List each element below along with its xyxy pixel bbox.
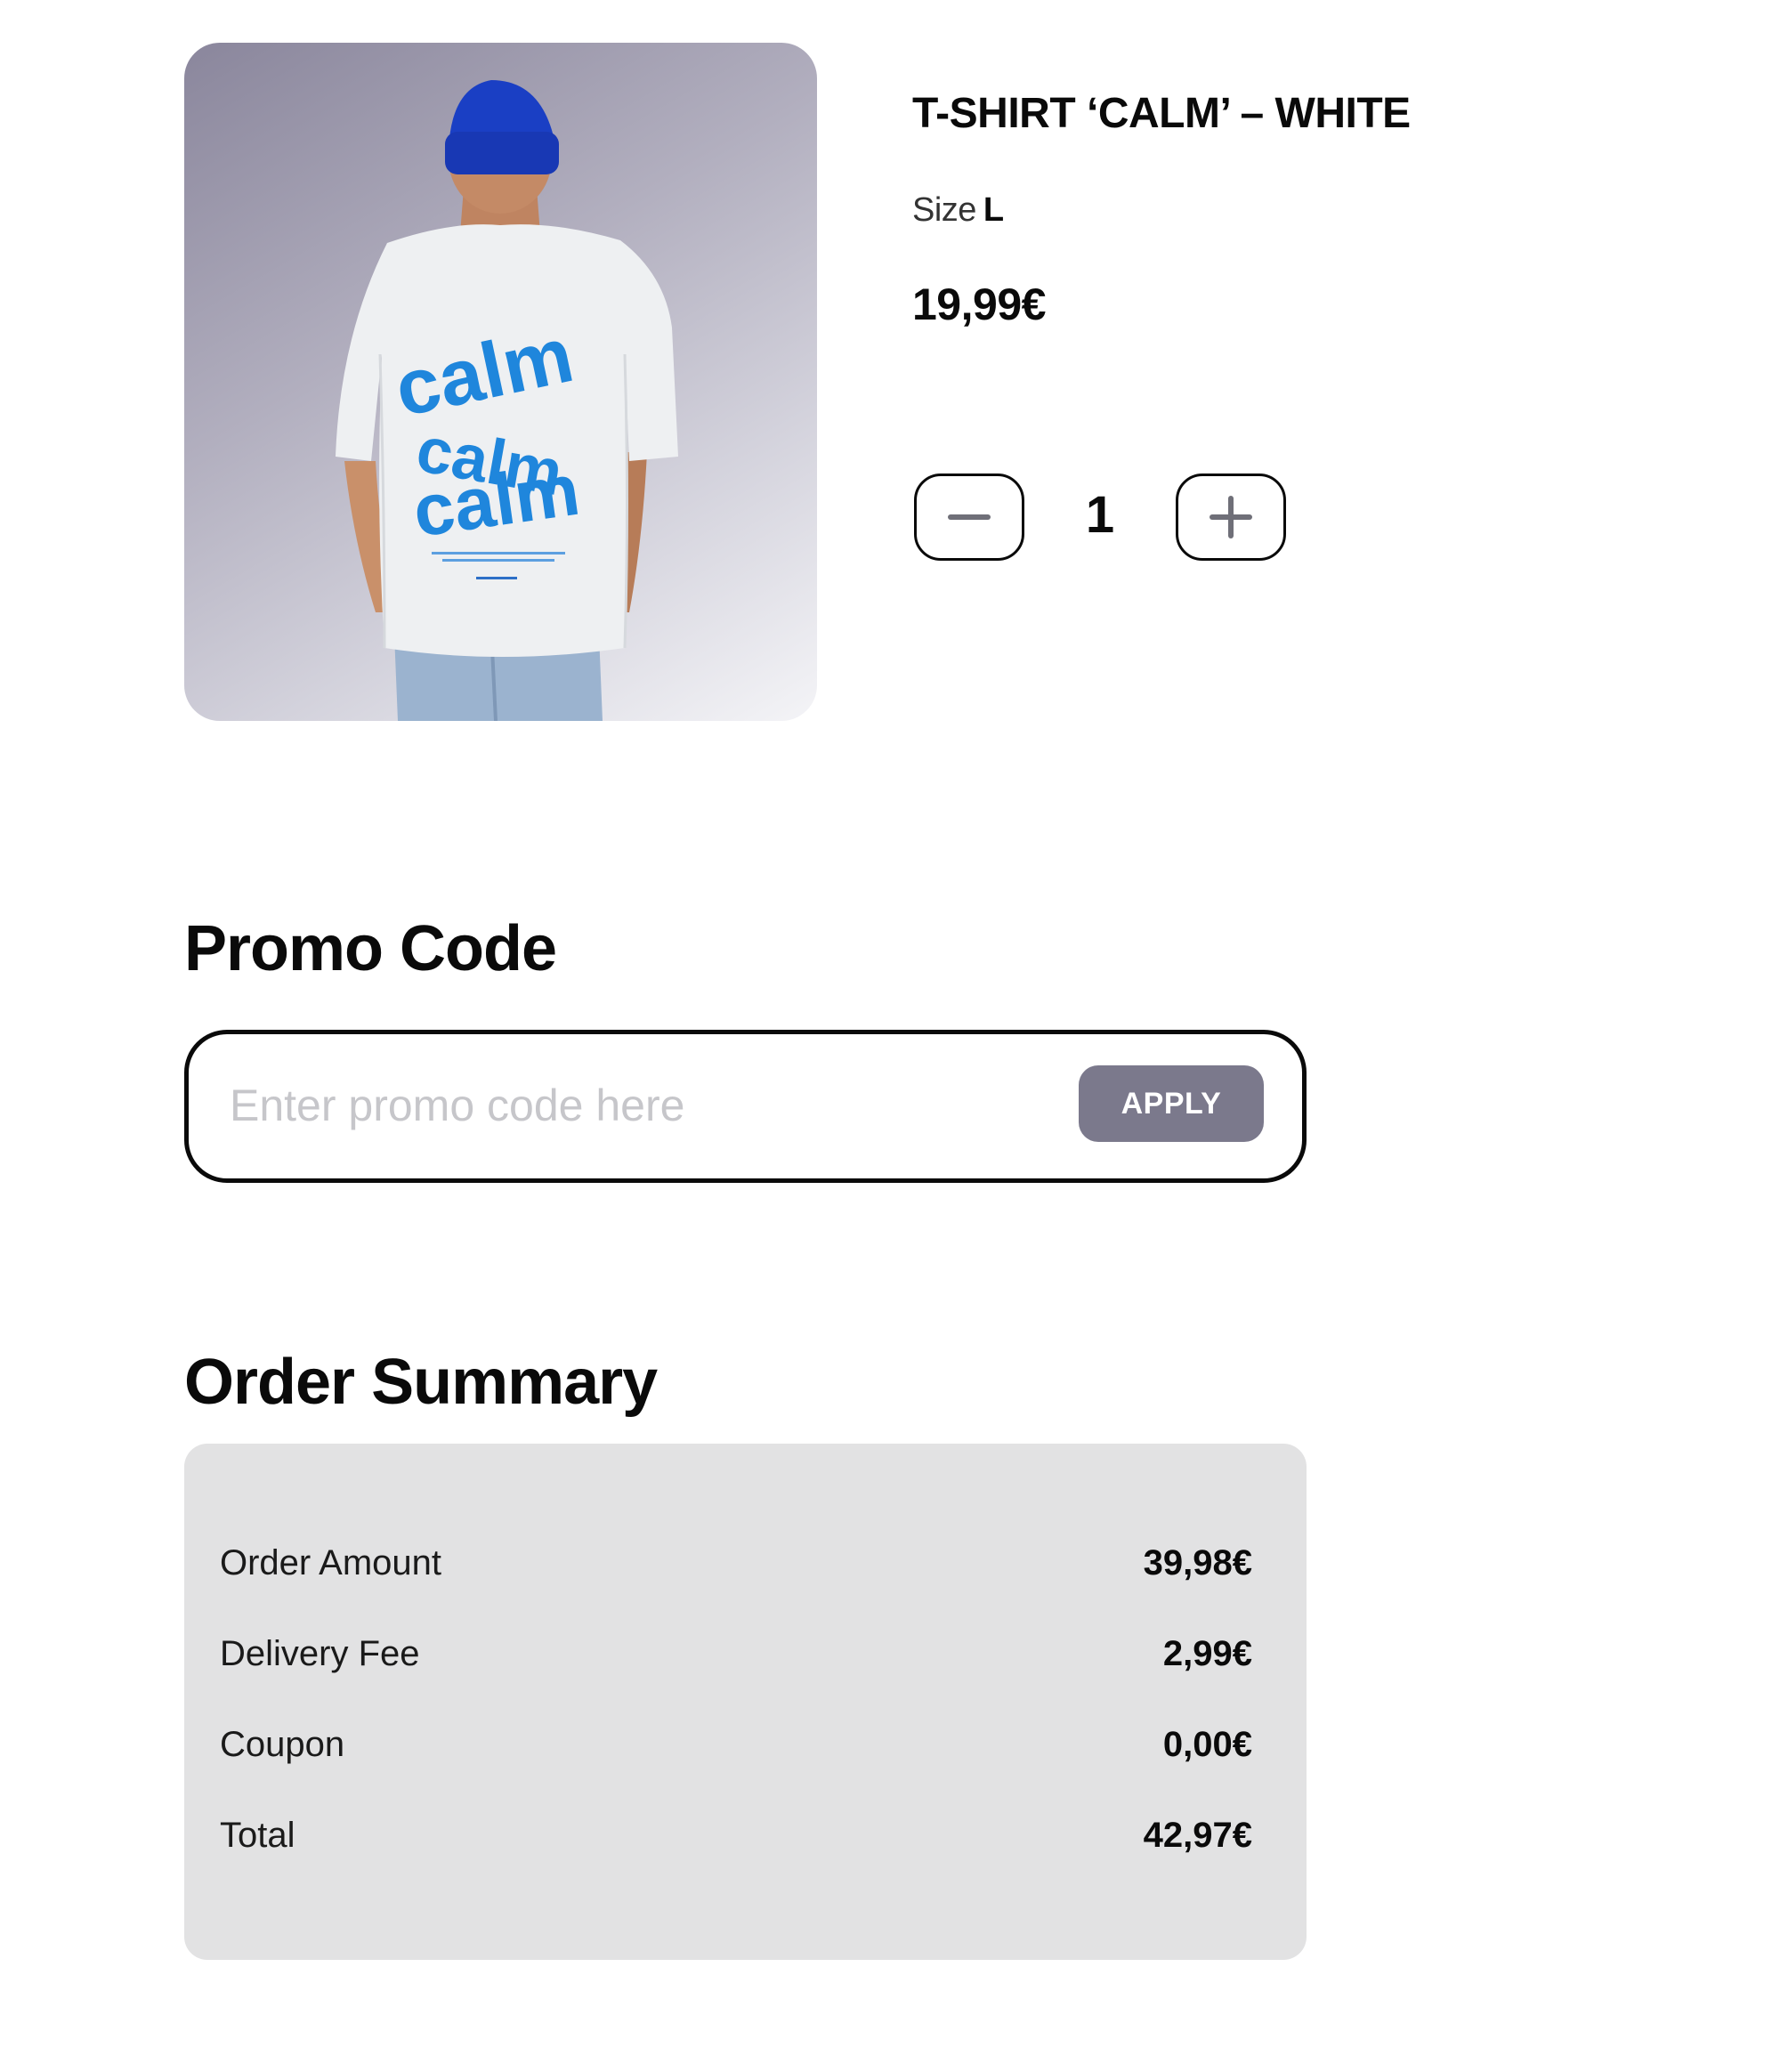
size-label: Size [912,191,976,229]
quantity-value: 1 [1085,486,1115,544]
apply-promo-button[interactable]: APPLY [1079,1065,1264,1142]
summary-label: Delivery Fee [220,1634,420,1673]
summary-row-coupon: Coupon 0,00€ [220,1725,1252,1778]
product-image: calm calm calm [184,43,817,721]
plus-icon [1210,496,1252,538]
summary-row-delivery-fee: Delivery Fee 2,99€ [220,1634,1252,1688]
promo-code-box: APPLY [184,1030,1307,1183]
promo-code-input[interactable] [230,1070,1031,1141]
order-summary-heading: Order Summary [184,1347,658,1418]
summary-value: 0,00€ [1162,1725,1252,1764]
summary-label: Coupon [220,1725,345,1764]
order-summary-card: Order Amount 39,98€ Delivery Fee 2,99€ C… [184,1444,1307,1960]
summary-row-order-amount: Order Amount 39,98€ [220,1543,1252,1597]
increase-quantity-button[interactable] [1176,473,1286,561]
decrease-quantity-button[interactable] [914,473,1024,561]
product-size: Size L [912,191,1004,230]
summary-label: Order Amount [220,1543,442,1582]
summary-value: 42,97€ [1143,1816,1252,1855]
summary-label: Total [220,1816,295,1855]
product-title: T-SHIRT ‘CALM’ – WHITE [912,90,1411,137]
summary-value: 2,99€ [1162,1634,1252,1673]
size-value: L [983,191,1005,229]
tshirt-model-illustration: calm calm calm [336,80,678,721]
product-price: 19,99€ [912,279,1046,329]
summary-value: 39,98€ [1143,1543,1252,1582]
summary-row-total: Total 42,97€ [220,1816,1252,1869]
promo-code-heading: Promo Code [184,913,557,984]
minus-icon [948,514,991,520]
